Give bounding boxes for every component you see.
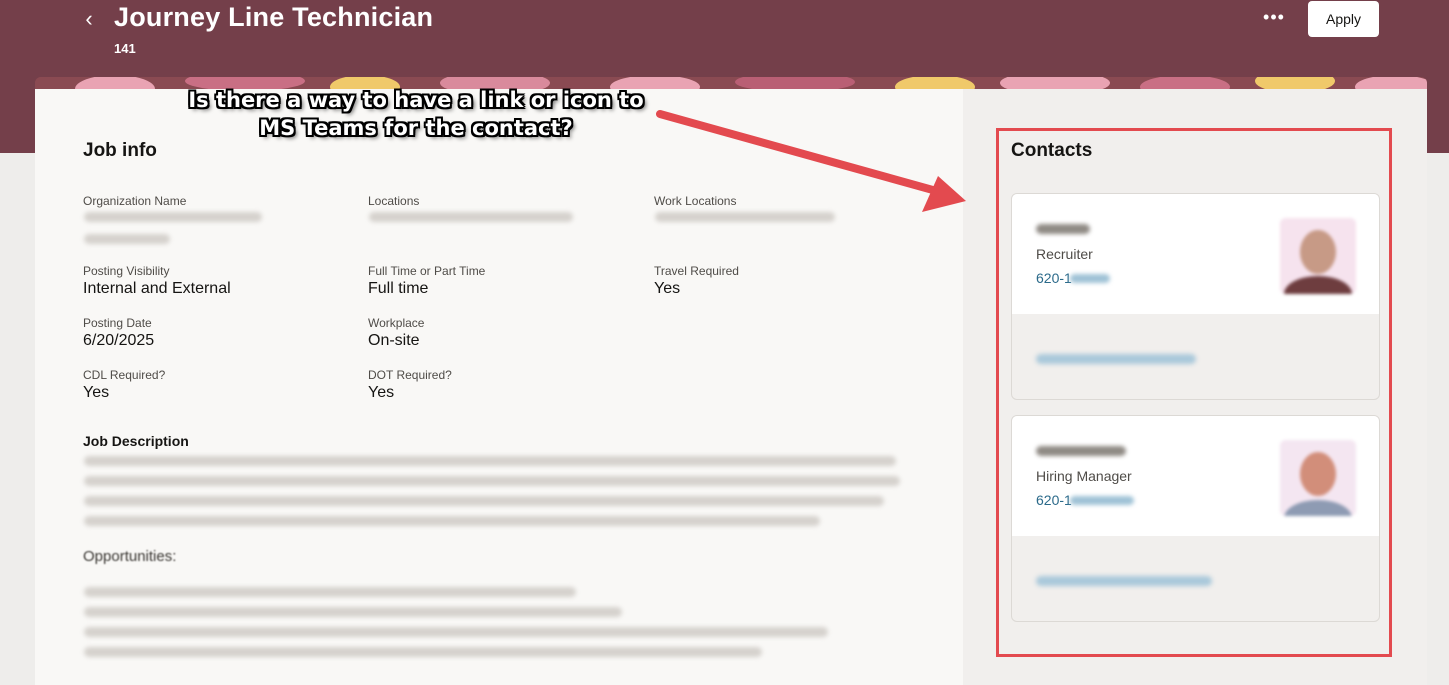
back-button[interactable]: ‹ [78, 8, 100, 30]
job-description-heading: Job Description [83, 433, 189, 449]
annotation-arrow-icon [656, 110, 966, 212]
travel-required-value: Yes [654, 280, 681, 297]
avatar [1280, 440, 1356, 516]
posting-date-label: Posting Date [83, 316, 152, 330]
contact-card-recruiter[interactable]: Recruiter 620-1 [1011, 193, 1380, 400]
contact-role: Recruiter [1036, 246, 1093, 262]
contact-phone-link[interactable]: 620-1 [1036, 270, 1072, 286]
contact-card-hiring-manager[interactable]: Hiring Manager 620-1 [1011, 415, 1380, 622]
apply-button[interactable]: Apply [1308, 1, 1379, 37]
annotation-callout: Is there a way to have a link or icon to… [176, 86, 656, 142]
workplace-label: Workplace [368, 316, 425, 330]
contact-email-link[interactable] [1036, 576, 1212, 586]
dot-required-label: DOT Required? [368, 368, 452, 382]
employment-type-value: Full time [368, 280, 429, 297]
avatar [1280, 218, 1356, 294]
employment-type-label: Full Time or Part Time [368, 264, 486, 278]
travel-required-label: Travel Required [654, 264, 739, 278]
posting-date-value: 6/20/2025 [83, 332, 155, 349]
more-horizontal-icon: ••• [1263, 7, 1285, 27]
locations-value [369, 212, 573, 222]
dot-required-value: Yes [368, 384, 395, 401]
contact-role: Hiring Manager [1036, 468, 1132, 484]
more-actions-button[interactable]: ••• [1260, 8, 1288, 30]
organization-name-value-line2 [84, 234, 170, 244]
job-info-title: Job info [83, 140, 157, 161]
page-subtitle: 141 [114, 41, 136, 56]
contact-email-link[interactable] [1036, 354, 1196, 364]
contacts-title: Contacts [1011, 140, 1093, 161]
opportunities-heading: Opportunities: [83, 548, 177, 565]
contact-name [1036, 224, 1090, 234]
organization-name-label: Organization Name [83, 194, 187, 208]
contact-name [1036, 446, 1126, 456]
contact-phone-remainder [1070, 274, 1110, 283]
posting-visibility-label: Posting Visibility [83, 264, 170, 278]
annotation-text-line2: MS Teams for the contact? [259, 116, 573, 140]
cdl-required-value: Yes [83, 384, 110, 401]
cdl-required-label: CDL Required? [83, 368, 166, 382]
posting-visibility-value: Internal and External [83, 280, 231, 297]
contact-phone-remainder [1070, 496, 1134, 505]
page-title: Journey Line Technician [114, 2, 434, 32]
contact-phone-link[interactable]: 620-1 [1036, 492, 1072, 508]
locations-label: Locations [368, 194, 420, 208]
organization-name-value [84, 212, 262, 222]
workplace-value: On-site [368, 332, 420, 349]
annotation-text-line1: Is there a way to have a link or icon to [188, 88, 644, 112]
chevron-left-icon: ‹ [85, 6, 93, 31]
